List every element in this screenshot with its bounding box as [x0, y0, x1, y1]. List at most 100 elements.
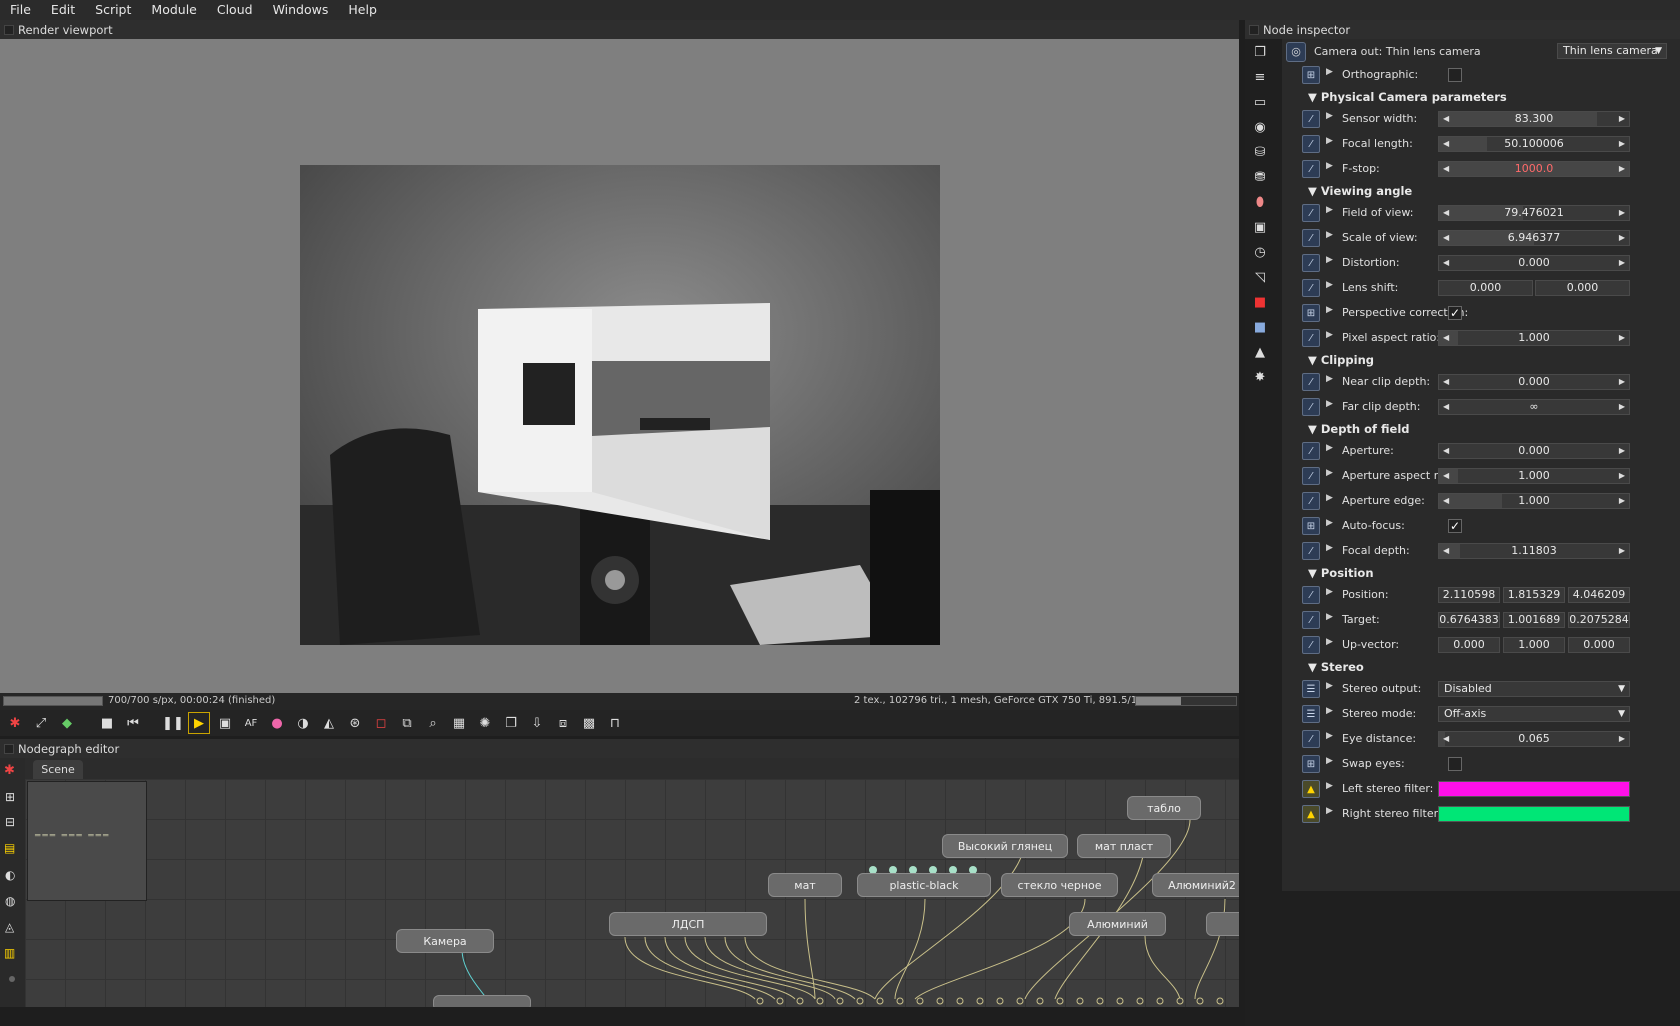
- expand-arrow-icon[interactable]: ▶: [1326, 111, 1333, 121]
- expand-arrow-icon[interactable]: ▶: [1326, 374, 1333, 384]
- clock-icon[interactable]: ◷: [1251, 243, 1269, 261]
- node-matte-plastic[interactable]: мат пласт: [1077, 834, 1171, 858]
- expand-arrow-icon[interactable]: ▶: [1326, 136, 1333, 146]
- node-plastic-black[interactable]: plastic-black: [857, 873, 991, 897]
- node-ldsp[interactable]: ЛДСП: [609, 912, 767, 936]
- expand-arrow-icon[interactable]: ▶: [1326, 255, 1333, 265]
- play-icon[interactable]: ▶: [188, 712, 210, 734]
- node-render-target[interactable]: [433, 995, 531, 1007]
- paint-icon[interactable]: ⬮: [1251, 193, 1269, 211]
- red-cube-icon[interactable]: ■: [1251, 293, 1269, 311]
- eye-distance-slider[interactable]: ◀ 0.065 ▶: [1438, 731, 1630, 747]
- increase-arrow-icon[interactable]: ▶: [1619, 400, 1625, 414]
- section-position[interactable]: ▼ Position: [1308, 566, 1374, 580]
- float-pin-icon[interactable]: ⁄: [1302, 135, 1320, 153]
- stereo-mode-select[interactable]: Off-axis ▼: [1438, 706, 1630, 722]
- position-x-field[interactable]: 2.110598: [1438, 587, 1500, 603]
- decrease-arrow-icon[interactable]: ◀: [1443, 400, 1449, 414]
- increase-arrow-icon[interactable]: ▶: [1619, 494, 1625, 508]
- sensor-width-slider[interactable]: ◀ 83.300 ▶: [1438, 111, 1630, 127]
- lens-shift-y-field[interactable]: 0.000: [1535, 280, 1630, 296]
- decrease-arrow-icon[interactable]: ◀: [1443, 444, 1449, 458]
- decrease-arrow-icon[interactable]: ◀: [1443, 137, 1449, 151]
- color-picker-icon[interactable]: ●: [266, 712, 288, 734]
- decrease-arrow-icon[interactable]: ◀: [1443, 469, 1449, 483]
- target-y-field[interactable]: 1.001689: [1503, 612, 1565, 628]
- expand-arrow-icon[interactable]: ▶: [1326, 305, 1333, 315]
- nodegraph-canvas[interactable]: ⁼⁼⁼ ⁼⁼⁼ ⁼⁼⁼ табло Высокий глянец мат пла…: [25, 779, 1239, 1007]
- viewport-lock-icon[interactable]: ✺: [474, 712, 496, 734]
- restart-icon[interactable]: ⏮: [122, 712, 144, 734]
- pixel-aspect-slider[interactable]: ◀ 1.000 ▶: [1438, 330, 1630, 346]
- section-dof[interactable]: ▼ Depth of field: [1308, 422, 1410, 436]
- left-stereo-filter-swatch[interactable]: [1438, 781, 1630, 797]
- bool-pin-icon[interactable]: ⊞: [1302, 517, 1320, 535]
- lock-icon[interactable]: ⊓: [604, 712, 626, 734]
- expand-arrow-icon[interactable]: ▶: [1326, 161, 1333, 171]
- float-pin-icon[interactable]: ⁄: [1302, 110, 1320, 128]
- camera-type-select[interactable]: Thin lens camera ▼: [1557, 43, 1667, 59]
- layers-icon[interactable]: ❐: [1251, 43, 1269, 61]
- expand-arrow-icon[interactable]: ▶: [1326, 637, 1333, 647]
- near-clip-slider[interactable]: ◀ 0.000 ▶: [1438, 374, 1630, 390]
- expand-arrow-icon[interactable]: ▶: [1326, 731, 1333, 741]
- panel-handle[interactable]: [4, 743, 14, 754]
- decrease-arrow-icon[interactable]: ◀: [1443, 206, 1449, 220]
- render-region-icon[interactable]: ◻: [370, 712, 392, 734]
- decrease-arrow-icon[interactable]: ◀: [1443, 375, 1449, 389]
- export-icon[interactable]: ⧈: [552, 712, 574, 734]
- menu-module[interactable]: Module: [141, 0, 206, 20]
- octane-icon[interactable]: ✱: [4, 763, 15, 778]
- fstop-slider[interactable]: ◀ 1000.0 ▶: [1438, 161, 1630, 177]
- decrease-arrow-icon[interactable]: ◀: [1443, 544, 1449, 558]
- menu-help[interactable]: Help: [338, 0, 387, 20]
- sun-icon[interactable]: ✸: [1251, 368, 1269, 386]
- float-pin-icon[interactable]: ⁄: [1302, 542, 1320, 560]
- float-pin-icon[interactable]: ⁄: [1302, 442, 1320, 460]
- expand-arrow-icon[interactable]: ▶: [1326, 280, 1333, 290]
- section-clipping[interactable]: ▼ Clipping: [1308, 353, 1374, 367]
- object-picker-icon[interactable]: ⊛: [344, 712, 366, 734]
- focal-length-slider[interactable]: ◀ 50.100006 ▶: [1438, 136, 1630, 152]
- texture-icon[interactable]: ◬: [5, 920, 14, 934]
- expand-arrow-icon[interactable]: ▶: [1326, 756, 1333, 766]
- decrease-arrow-icon[interactable]: ◀: [1443, 112, 1449, 126]
- panel-handle[interactable]: [4, 24, 14, 35]
- node-tablo[interactable]: табло: [1127, 796, 1201, 820]
- aperture-slider[interactable]: ◀ 0.000 ▶: [1438, 443, 1630, 459]
- menu-cloud[interactable]: Cloud: [207, 0, 263, 20]
- float-pin-icon[interactable]: ⁄: [1302, 204, 1320, 222]
- image-icon[interactable]: ▭: [1251, 93, 1269, 111]
- increase-arrow-icon[interactable]: ▶: [1619, 544, 1625, 558]
- collapse-icon[interactable]: ⊟: [5, 815, 15, 829]
- expand-arrow-icon[interactable]: ▶: [1326, 781, 1333, 791]
- film-icon[interactable]: ▣: [1251, 218, 1269, 236]
- expand-arrow-icon[interactable]: ▶: [1326, 543, 1333, 553]
- increase-arrow-icon[interactable]: ▶: [1619, 444, 1625, 458]
- decrease-arrow-icon[interactable]: ◀: [1443, 256, 1449, 270]
- menu-file[interactable]: File: [0, 0, 41, 20]
- enum-pin-icon[interactable]: ☰: [1302, 680, 1320, 698]
- float-pin-icon[interactable]: ⁄: [1302, 467, 1320, 485]
- node-high-gloss[interactable]: Высокий глянец: [942, 834, 1068, 858]
- float-pin-icon[interactable]: ⁄: [1302, 229, 1320, 247]
- float-pin-icon[interactable]: ⁄: [1302, 279, 1320, 297]
- render-viewport[interactable]: [0, 39, 1239, 693]
- decrease-arrow-icon[interactable]: ◀: [1443, 162, 1449, 176]
- float-pin-icon[interactable]: ⁄: [1302, 398, 1320, 416]
- render-target-icon[interactable]: ▥: [4, 946, 15, 960]
- expand-arrow-icon[interactable]: ▶: [1326, 806, 1333, 816]
- decrease-arrow-icon[interactable]: ◀: [1443, 732, 1449, 746]
- increase-arrow-icon[interactable]: ▶: [1619, 206, 1625, 220]
- increase-arrow-icon[interactable]: ▶: [1619, 732, 1625, 746]
- recenter-icon[interactable]: ✱: [4, 712, 26, 734]
- node-aluminium[interactable]: Алюминий: [1069, 912, 1166, 936]
- menu-script[interactable]: Script: [85, 0, 141, 20]
- decrease-arrow-icon[interactable]: ◀: [1443, 231, 1449, 245]
- target-x-field[interactable]: 0.6764383: [1438, 612, 1500, 628]
- expand-arrow-icon[interactable]: ▶: [1326, 587, 1333, 597]
- swap-eyes-checkbox[interactable]: [1448, 757, 1462, 771]
- section-stereo[interactable]: ▼ Stereo: [1308, 660, 1364, 674]
- mesh-icon[interactable]: ⛁: [1251, 143, 1269, 161]
- save-render-icon[interactable]: ⇩: [526, 712, 548, 734]
